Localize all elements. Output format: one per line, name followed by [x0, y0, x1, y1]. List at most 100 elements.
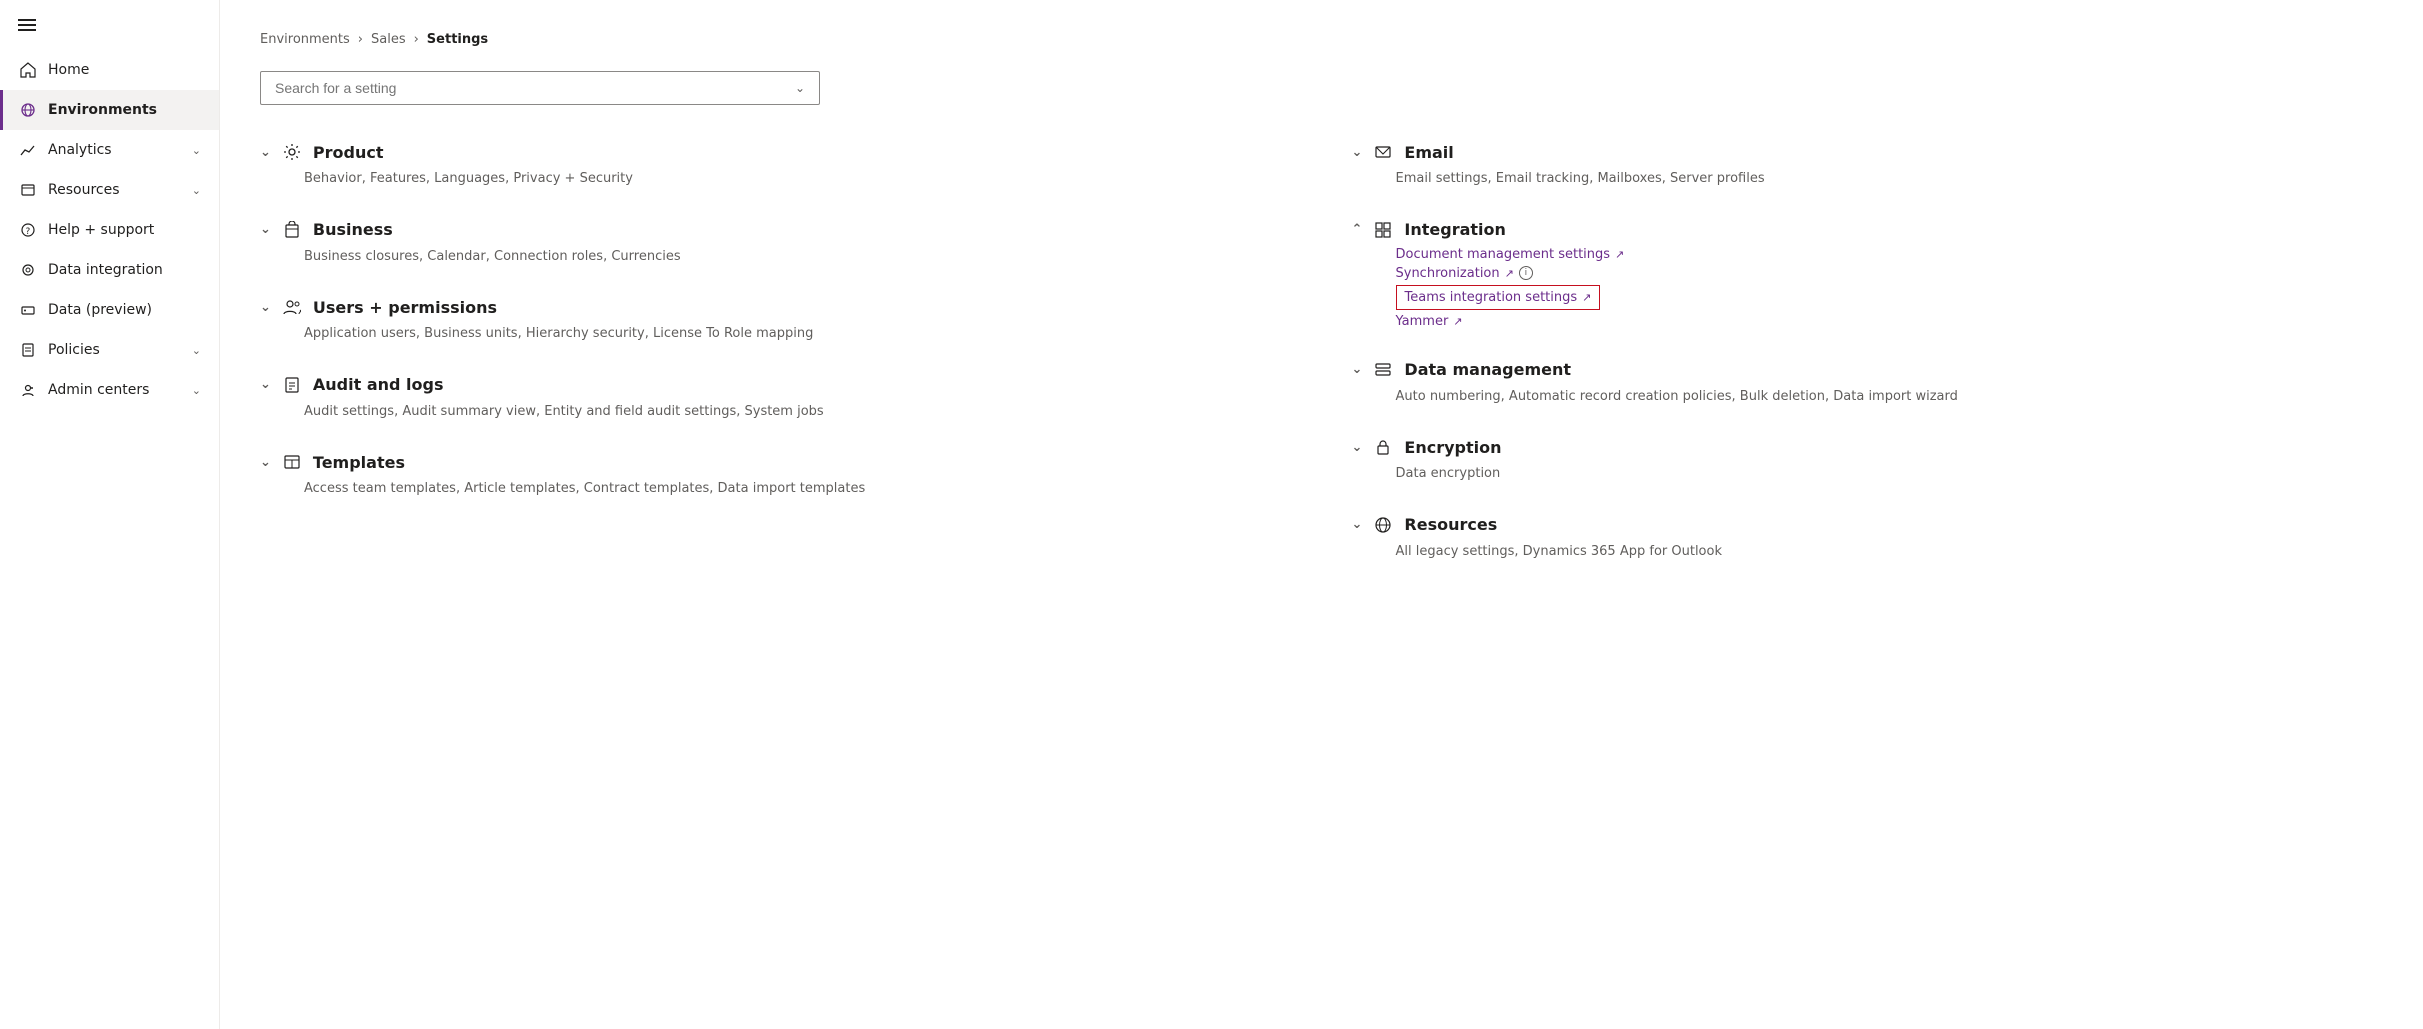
data-mgmt-collapse-icon[interactable]: ⌄ — [1352, 362, 1363, 377]
users-collapse-icon[interactable]: ⌄ — [260, 300, 271, 315]
audit-title: Audit and logs — [313, 375, 444, 394]
admin-centers-icon — [18, 380, 38, 400]
settings-grid: ⌄ Product Behavior, Features, Languages,… — [260, 141, 2383, 591]
sidebar-item-data-integration[interactable]: Data integration — [0, 250, 219, 290]
resources-desc: All legacy settings, Dynamics 365 App fo… — [1352, 542, 2384, 562]
section-audit: ⌄ Audit and logs Audit settings, Audit s… — [260, 374, 1292, 422]
search-input[interactable] — [275, 80, 795, 96]
building-icon — [281, 219, 303, 241]
sidebar-label-data-integration: Data integration — [48, 262, 201, 278]
business-collapse-icon[interactable]: ⌄ — [260, 222, 271, 237]
product-desc: Behavior, Features, Languages, Privacy +… — [260, 169, 1292, 189]
section-header-users: ⌄ Users + permissions — [260, 296, 1292, 318]
link-yammer[interactable]: Yammer ↗ — [1396, 314, 2384, 329]
synchronization-label: Synchronization — [1396, 266, 1500, 281]
right-column: ⌄ Email Email settings, Email tracking, … — [1352, 141, 2384, 591]
users-desc: Application users, Business units, Hiera… — [260, 324, 1292, 344]
section-data-management: ⌄ Data management Auto numbering, Automa… — [1352, 359, 2384, 407]
users-icon — [281, 296, 303, 318]
templates-collapse-icon[interactable]: ⌄ — [260, 455, 271, 470]
sidebar-nav: Home Environments Analytics ⌄ Resources … — [0, 50, 219, 410]
section-header-encryption: ⌄ Encryption — [1352, 436, 2384, 458]
home-icon — [18, 60, 38, 80]
sidebar-label-help: Help + support — [48, 222, 201, 238]
admin-centers-chevron: ⌄ — [192, 384, 201, 397]
data-management-title: Data management — [1404, 360, 1571, 379]
sidebar-label-data-preview: Data (preview) — [48, 302, 201, 318]
email-title: Email — [1404, 143, 1453, 162]
data-preview-icon — [18, 300, 38, 320]
sidebar-label-home: Home — [48, 62, 201, 78]
external-link-icon-teams: ↗ — [1582, 291, 1591, 304]
link-document-management[interactable]: Document management settings ↗ — [1396, 247, 2384, 262]
product-collapse-icon[interactable]: ⌄ — [260, 145, 271, 160]
integration-collapse-icon[interactable]: ⌃ — [1352, 222, 1363, 237]
resources-chevron: ⌄ — [192, 184, 201, 197]
environments-icon — [18, 100, 38, 120]
sidebar-item-admin-centers[interactable]: Admin centers ⌄ — [0, 370, 219, 410]
yammer-label: Yammer — [1396, 314, 1449, 329]
search-bar[interactable]: ⌄ — [260, 71, 820, 105]
audit-collapse-icon[interactable]: ⌄ — [260, 377, 271, 392]
integration-links: Document management settings ↗ Synchroni… — [1352, 247, 2384, 329]
link-synchronization[interactable]: Synchronization ↗ — [1396, 266, 1514, 281]
breadcrumb-sep-1: › — [358, 32, 363, 47]
encryption-icon — [1372, 436, 1394, 458]
external-link-icon-yammer: ↗ — [1453, 315, 1462, 328]
teams-integration-label: Teams integration settings — [1405, 290, 1578, 305]
sidebar-item-help[interactable]: ? Help + support — [0, 210, 219, 250]
breadcrumb: Environments › Sales › Settings — [260, 32, 2383, 47]
templates-icon — [281, 451, 303, 473]
gear-icon — [281, 141, 303, 163]
external-link-icon-sync: ↗ — [1505, 267, 1514, 280]
link-teams-integration[interactable]: Teams integration settings ↗ — [1396, 285, 1601, 310]
section-email: ⌄ Email Email settings, Email tracking, … — [1352, 141, 2384, 189]
sidebar-label-policies: Policies — [48, 342, 192, 358]
sidebar-item-data-preview[interactable]: Data (preview) — [0, 290, 219, 330]
help-icon: ? — [18, 220, 38, 240]
external-link-icon-doc: ↗ — [1615, 248, 1624, 261]
left-column: ⌄ Product Behavior, Features, Languages,… — [260, 141, 1292, 591]
encryption-title: Encryption — [1404, 438, 1501, 457]
product-title: Product — [313, 143, 384, 162]
business-title: Business — [313, 220, 393, 239]
resources-collapse-icon[interactable]: ⌄ — [1352, 517, 1363, 532]
search-chevron-icon: ⌄ — [795, 81, 805, 95]
resources-icon — [18, 180, 38, 200]
section-encryption: ⌄ Encryption Data encryption — [1352, 436, 2384, 484]
sidebar: Home Environments Analytics ⌄ Resources … — [0, 0, 220, 1029]
section-header-product: ⌄ Product — [260, 141, 1292, 163]
hamburger-button[interactable] — [0, 0, 219, 50]
data-mgmt-icon — [1372, 359, 1394, 381]
encryption-desc: Data encryption — [1352, 464, 2384, 484]
templates-desc: Access team templates, Article templates… — [260, 479, 1292, 499]
email-icon — [1372, 141, 1394, 163]
integration-title: Integration — [1404, 220, 1506, 239]
analytics-chevron: ⌄ — [192, 144, 201, 157]
sidebar-item-policies[interactable]: Policies ⌄ — [0, 330, 219, 370]
resources-title: Resources — [1404, 515, 1497, 534]
section-header-resources: ⌄ Resources — [1352, 514, 2384, 536]
audit-icon — [281, 374, 303, 396]
encryption-collapse-icon[interactable]: ⌄ — [1352, 440, 1363, 455]
data-management-desc: Auto numbering, Automatic record creatio… — [1352, 387, 2384, 407]
sidebar-label-admin-centers: Admin centers — [48, 382, 192, 398]
section-templates: ⌄ Templates Access team templates, Artic… — [260, 451, 1292, 499]
breadcrumb-sales[interactable]: Sales — [371, 32, 406, 47]
templates-title: Templates — [313, 453, 405, 472]
sidebar-item-environments[interactable]: Environments — [0, 90, 219, 130]
sidebar-item-home[interactable]: Home — [0, 50, 219, 90]
sidebar-item-analytics[interactable]: Analytics ⌄ — [0, 130, 219, 170]
integration-icon — [1372, 219, 1394, 241]
section-header-integration: ⌃ Integration — [1352, 219, 2384, 241]
email-collapse-icon[interactable]: ⌄ — [1352, 145, 1363, 160]
section-header-templates: ⌄ Templates — [260, 451, 1292, 473]
section-header-data-management: ⌄ Data management — [1352, 359, 2384, 381]
email-desc: Email settings, Email tracking, Mailboxe… — [1352, 169, 2384, 189]
section-business: ⌄ Business Business closures, Calendar, … — [260, 219, 1292, 267]
audit-desc: Audit settings, Audit summary view, Enti… — [260, 402, 1292, 422]
section-integration: ⌃ Integration Document managem — [1352, 219, 2384, 329]
breadcrumb-environments[interactable]: Environments — [260, 32, 350, 47]
sidebar-item-resources[interactable]: Resources ⌄ — [0, 170, 219, 210]
section-users: ⌄ Users + permissions Application users,… — [260, 296, 1292, 344]
